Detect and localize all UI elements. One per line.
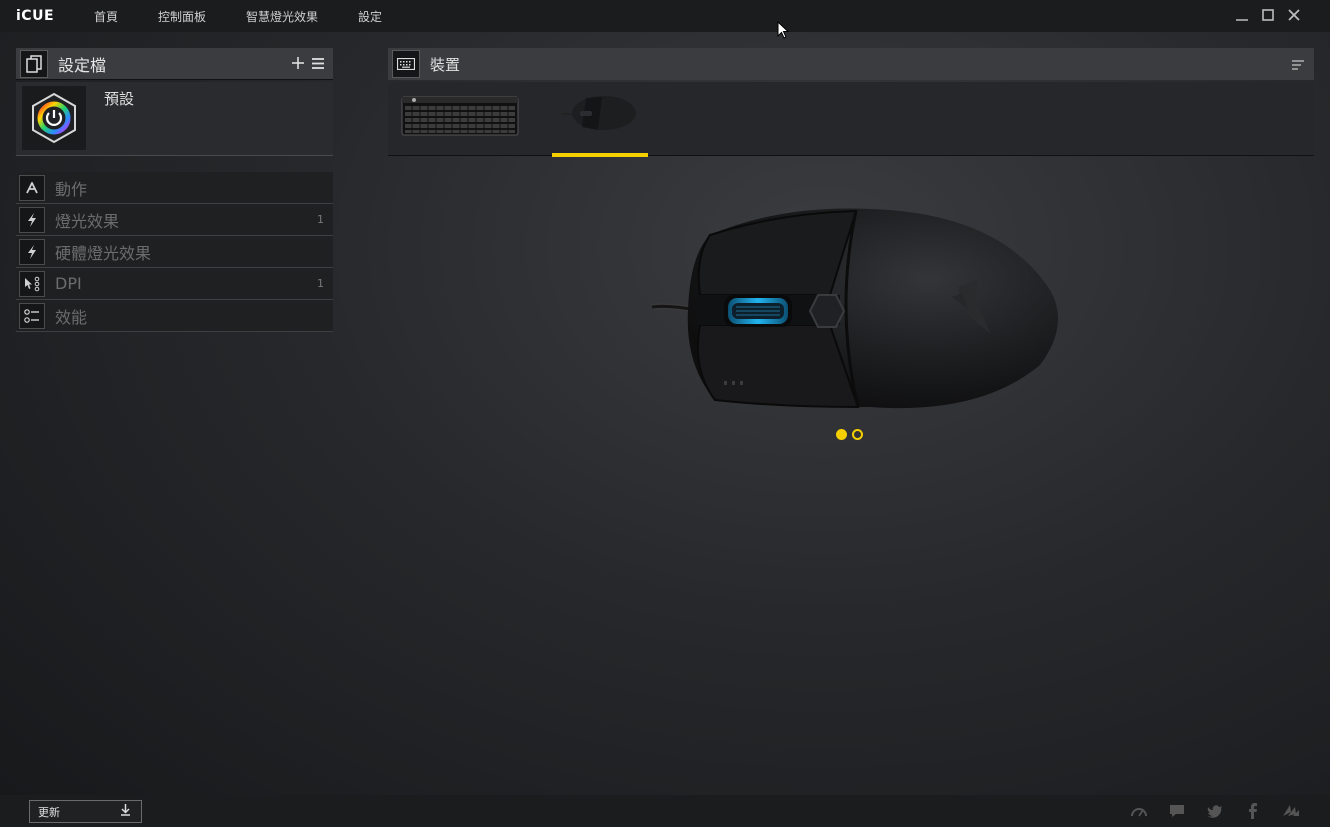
footer-icons [1130, 802, 1300, 820]
keyboard-thumbnail [401, 96, 519, 136]
keyboard-icon [392, 50, 420, 78]
device-tab-keyboard[interactable] [400, 82, 522, 156]
devices-header: 裝置 [388, 48, 1314, 80]
performance-icon [19, 302, 45, 329]
update-label: 更新 [38, 805, 60, 819]
maximize-icon[interactable] [1260, 6, 1276, 24]
close-icon[interactable] [1286, 6, 1302, 24]
download-icon [120, 804, 131, 819]
mouse-thumbnail [562, 96, 636, 130]
profile-item-default[interactable]: 預設 [16, 82, 333, 156]
minimize-icon[interactable] [1234, 6, 1250, 24]
facebook-icon[interactable] [1244, 802, 1262, 820]
corsair-icon[interactable] [1282, 802, 1300, 820]
section-label: 硬體燈光效果 [55, 243, 152, 263]
mouse-cursor-icon [777, 20, 790, 44]
rgb-profile-icon [22, 86, 86, 150]
pager-dot-active[interactable] [836, 429, 847, 440]
device-pager [836, 429, 863, 440]
dpi-icon [19, 270, 45, 297]
footer-bar: 更新 [0, 795, 1330, 827]
profiles-icon [20, 49, 48, 78]
sort-menu-icon[interactable] [1292, 55, 1304, 74]
menu-icon[interactable] [311, 54, 325, 73]
section-label: DPI [55, 274, 82, 293]
section-actions[interactable]: 動作 [16, 172, 333, 204]
lightning-icon [19, 206, 45, 233]
section-label: 燈光效果 [55, 211, 120, 231]
profiles-panel: 設定檔 預設 動作 燈光效果 1 硬體燈光效果 DPI 1 效能 [16, 48, 333, 332]
section-label: 動作 [55, 179, 88, 199]
devices-panel: 裝置 [388, 48, 1314, 157]
nav-home[interactable]: 首頁 [94, 8, 118, 25]
device-tab-mouse[interactable] [552, 82, 648, 157]
profiles-header: 設定檔 [16, 48, 333, 80]
action-icon [19, 174, 45, 201]
device-image-mouse[interactable] [640, 195, 1070, 425]
nav-smart-lighting[interactable]: 智慧燈光效果 [246, 8, 318, 25]
temperature-icon[interactable] [1130, 802, 1148, 820]
nav-dashboard[interactable]: 控制面板 [158, 8, 206, 25]
nav-settings[interactable]: 設定 [358, 8, 382, 25]
section-count: 1 [317, 213, 324, 226]
pager-dot[interactable] [852, 429, 863, 440]
plus-icon[interactable] [291, 54, 305, 73]
window-controls [1234, 6, 1302, 24]
section-hardware-lighting[interactable]: 硬體燈光效果 [16, 236, 333, 268]
devices-title: 裝置 [430, 55, 461, 74]
section-lighting-effects[interactable]: 燈光效果 1 [16, 204, 333, 236]
profiles-title: 設定檔 [58, 55, 107, 75]
update-button[interactable]: 更新 [29, 800, 142, 823]
twitter-icon[interactable] [1206, 802, 1224, 820]
profile-name: 預設 [104, 90, 135, 108]
section-performance[interactable]: 效能 [16, 300, 333, 332]
device-tabs [388, 82, 1314, 157]
app-logo: iCUE [16, 8, 55, 24]
chat-icon[interactable] [1168, 802, 1186, 820]
section-dpi[interactable]: DPI 1 [16, 268, 333, 300]
section-count: 1 [317, 277, 324, 290]
lightning-icon [19, 238, 45, 265]
title-bar: iCUE 首頁 控制面板 智慧燈光效果 設定 [0, 0, 1330, 32]
section-label: 效能 [55, 307, 88, 327]
profile-sections: 動作 燈光效果 1 硬體燈光效果 DPI 1 效能 [16, 172, 333, 332]
